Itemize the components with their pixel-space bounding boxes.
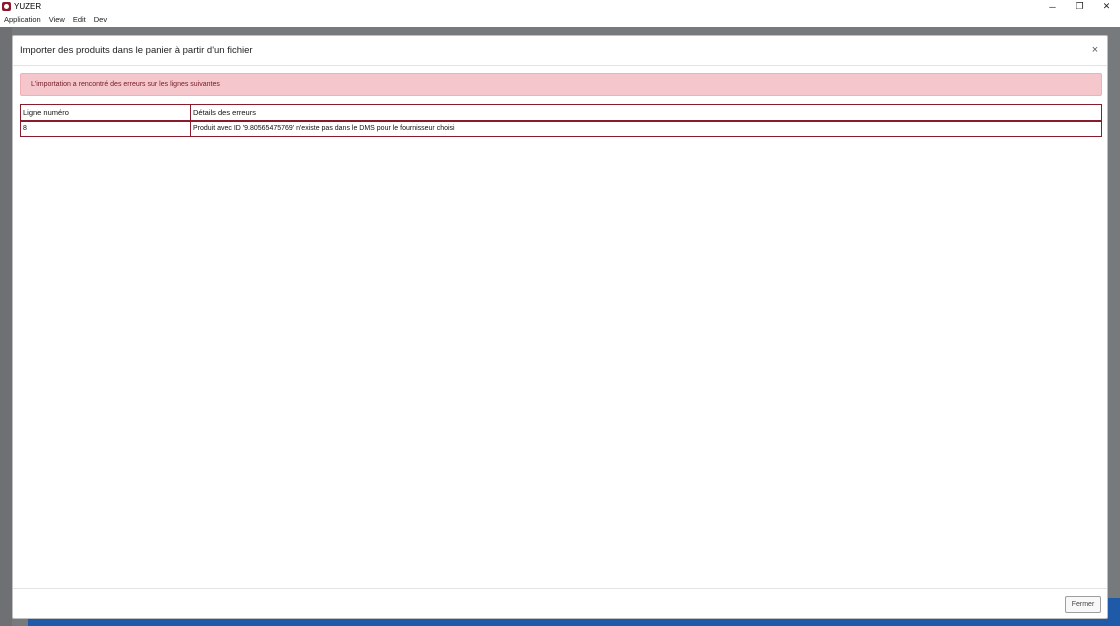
menu-bar: Application View Edit Dev [0, 13, 1120, 27]
cell-error-details: Produit avec ID '9.80565475769' n'existe… [190, 120, 1102, 137]
window-controls: ─ ❐ ✕ [1039, 0, 1120, 13]
restore-icon[interactable]: ❐ [1066, 0, 1093, 13]
minimize-icon[interactable]: ─ [1039, 0, 1066, 13]
background-app-sidebar [0, 27, 12, 626]
modal-title: Importer des produits dans le panier à p… [20, 45, 253, 56]
close-window-icon[interactable]: ✕ [1093, 0, 1120, 13]
window-title: YUZER [14, 2, 42, 11]
errors-table: Ligne numéro Détails des erreurs 8 Produ… [20, 104, 1102, 137]
modal-header: Importer des produits dans le panier à p… [13, 36, 1107, 66]
background-footer-corner [1108, 598, 1120, 626]
column-header-line-number: Ligne numéro [20, 104, 191, 122]
cell-line-number: 8 [20, 120, 191, 137]
table-header-row: Ligne numéro Détails des erreurs [20, 104, 1102, 122]
background-footer-bar [28, 618, 1120, 626]
column-header-error-details: Détails des erreurs [190, 104, 1102, 122]
window-titlebar: YUZER ─ ❐ ✕ [0, 0, 1120, 13]
menu-edit[interactable]: Edit [69, 13, 90, 27]
close-button[interactable]: Fermer [1065, 596, 1101, 613]
import-errors-modal: Importer des produits dans le panier à p… [12, 35, 1108, 619]
error-alert: L'importation a rencontré des erreurs su… [20, 73, 1102, 96]
table-row: 8 Produit avec ID '9.80565475769' n'exis… [20, 120, 1102, 137]
modal-footer: Fermer [13, 588, 1107, 618]
menu-application[interactable]: Application [0, 13, 45, 27]
app-logo-icon [2, 2, 11, 11]
menu-dev[interactable]: Dev [90, 13, 111, 27]
menu-view[interactable]: View [45, 13, 69, 27]
close-icon[interactable]: × [1090, 44, 1100, 56]
